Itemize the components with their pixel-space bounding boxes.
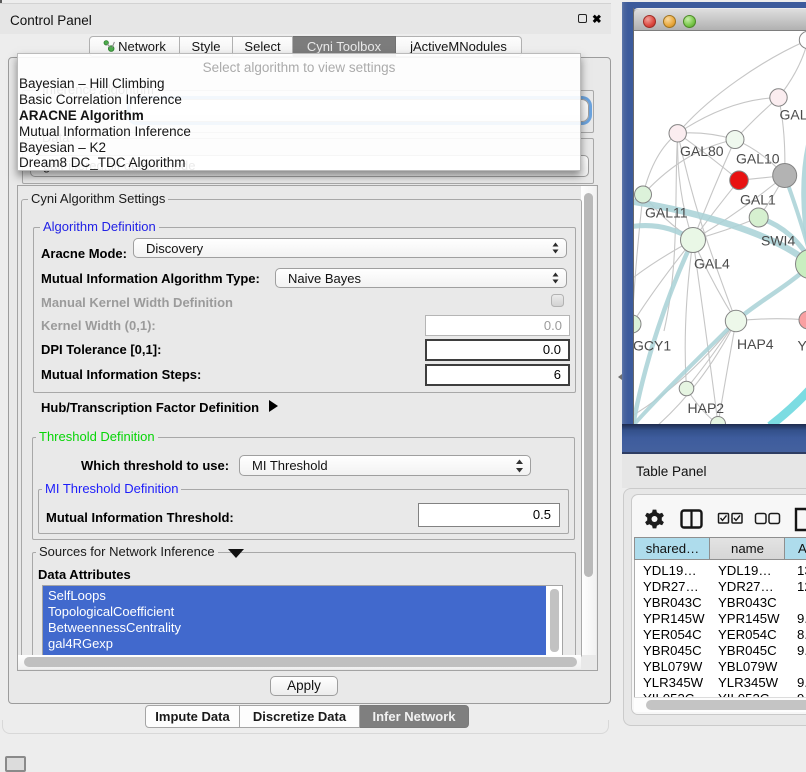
svg-text:HAP2: HAP2 <box>688 400 725 416</box>
svg-text:GAL2: GAL2 <box>780 107 806 123</box>
svg-text:SWI4: SWI4 <box>761 233 795 249</box>
svg-text:GAL4: GAL4 <box>694 256 730 272</box>
svg-text:GAL80: GAL80 <box>680 143 724 159</box>
svg-text:Y: Y <box>798 338 806 354</box>
svg-text:HAP4: HAP4 <box>737 336 774 352</box>
svg-text:GCY1: GCY1 <box>634 338 671 354</box>
svg-text:GAL10: GAL10 <box>736 151 780 167</box>
svg-text:GAL1: GAL1 <box>740 192 776 208</box>
svg-text:GAL11: GAL11 <box>645 205 688 221</box>
